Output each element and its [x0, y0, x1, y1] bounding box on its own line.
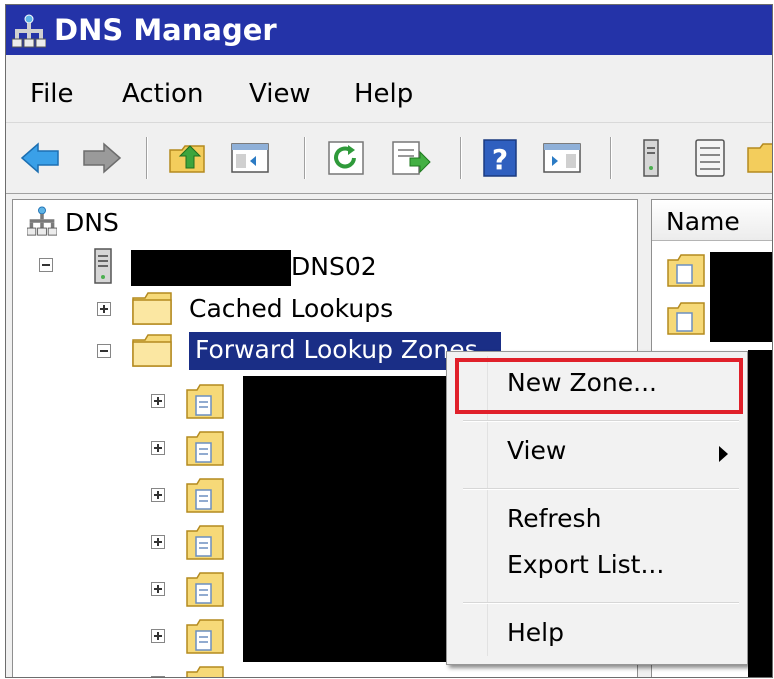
toolbar: ? [6, 123, 772, 194]
svg-text:?: ? [492, 143, 508, 176]
menu-item-new-zone[interactable]: New Zone... [507, 368, 657, 397]
menu-file[interactable]: File [30, 79, 74, 109]
menu-item-refresh[interactable]: Refresh [507, 504, 601, 533]
menu-separator [463, 488, 739, 490]
menu-separator [463, 420, 739, 422]
dns-app-icon [12, 14, 46, 48]
expand-zone-toggle[interactable] [151, 676, 165, 677]
toolbar-separator [610, 137, 612, 179]
up-folder-icon[interactable] [166, 136, 210, 180]
folder-icon[interactable] [746, 136, 772, 180]
show-hide-tree-icon[interactable] [228, 136, 272, 180]
redacted-list-items [710, 252, 772, 342]
zone-folder-icon [186, 525, 224, 560]
menu-view[interactable]: View [249, 79, 311, 109]
menu-item-help[interactable]: Help [507, 618, 564, 647]
folder-icon [132, 334, 172, 367]
expand-cached-lookups-toggle[interactable] [97, 302, 111, 316]
redacted-list-items [748, 350, 772, 677]
tree-node-label: Forward Lookup Zones [195, 335, 478, 364]
folder-icon [132, 292, 172, 325]
collapse-forward-zones-toggle[interactable] [97, 344, 111, 358]
menu-action[interactable]: Action [122, 79, 203, 109]
zone-file-icon [667, 302, 705, 335]
expand-zone-toggle[interactable] [151, 441, 165, 455]
tree-root-dns[interactable]: DNS [65, 208, 119, 237]
context-menu: New Zone... View Refresh Export List... … [446, 351, 748, 665]
zone-folder-icon [186, 431, 224, 466]
submenu-arrow-icon [719, 446, 728, 462]
zone-folder-icon [186, 619, 224, 654]
zone-folder-icon [186, 478, 224, 513]
export-list-icon[interactable] [388, 136, 432, 180]
zone-folder-icon [186, 384, 224, 419]
menu-bar: File Action View Help [6, 55, 772, 123]
tree-node-cached-lookups[interactable]: Cached Lookups [189, 294, 393, 323]
server-name-suffix[interactable]: DNS02 [291, 252, 377, 281]
expand-zone-toggle[interactable] [151, 394, 165, 408]
server-icon[interactable] [630, 136, 674, 180]
redacted-server-name [131, 250, 291, 286]
menu-item-view[interactable]: View [507, 436, 566, 465]
collapse-server-toggle[interactable] [39, 258, 53, 272]
zone-folder-icon [186, 572, 224, 607]
toolbar-separator [304, 137, 306, 179]
back-icon[interactable] [18, 136, 62, 180]
toolbar-separator [460, 137, 462, 179]
menu-item-export-list[interactable]: Export List... [507, 550, 664, 579]
zone-folder-icon [186, 666, 224, 677]
expand-zone-toggle[interactable] [151, 535, 165, 549]
zone-list-icon[interactable] [688, 136, 732, 180]
toolbar-separator [146, 137, 148, 179]
dns-root-icon [27, 206, 57, 236]
expand-zone-toggle[interactable] [151, 488, 165, 502]
column-header-name[interactable]: Name [652, 200, 772, 241]
title-bar: DNS Manager [6, 5, 772, 55]
menu-help[interactable]: Help [354, 79, 413, 109]
menu-separator [463, 602, 739, 604]
refresh-icon[interactable] [324, 136, 368, 180]
zone-file-icon [667, 254, 705, 287]
help-icon[interactable]: ? [478, 136, 522, 180]
forward-icon[interactable] [80, 136, 124, 180]
column-header-label: Name [666, 207, 740, 236]
redacted-zone-names [243, 376, 457, 662]
expand-zone-toggle[interactable] [151, 629, 165, 643]
expand-zone-toggle[interactable] [151, 582, 165, 596]
server-node-icon [94, 248, 112, 284]
action-pane-icon[interactable] [540, 136, 584, 180]
dns-manager-window: DNS Manager File Action View Help ? DNS … [5, 4, 773, 678]
window-title: DNS Manager [54, 13, 277, 47]
